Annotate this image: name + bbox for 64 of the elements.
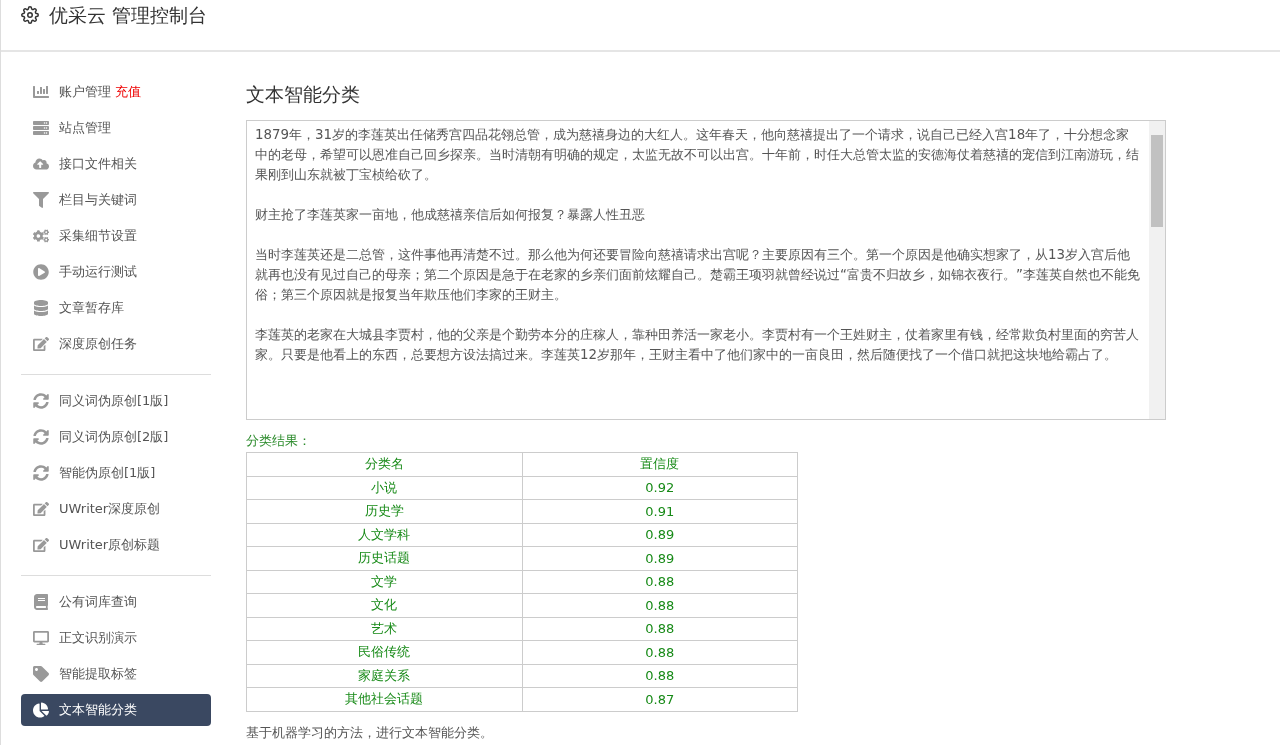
sidebar-item[interactable]: 智能伪原创[1版]	[21, 457, 211, 489]
filter-icon	[33, 192, 49, 208]
table-cell: 0.88	[522, 593, 798, 617]
table-cell: 人文学科	[246, 523, 522, 547]
settings-icon	[21, 6, 39, 24]
sidebar-item[interactable]: 账户管理 充值	[21, 76, 211, 108]
table-cell: 艺术	[246, 617, 522, 641]
table-cell: 其他社会话题	[246, 687, 522, 711]
sidebar-item[interactable]: UWriter原创标题	[21, 529, 211, 561]
sidebar-item[interactable]: 站点管理	[21, 112, 211, 144]
sidebar-item[interactable]: 同义词伪原创[1版]	[21, 385, 211, 417]
cloud-upload-icon	[33, 156, 49, 172]
refresh-icon	[33, 465, 49, 481]
table-cell: 0.87	[522, 687, 798, 711]
column-header: 置信度	[522, 452, 798, 476]
bar-chart-icon	[33, 84, 49, 100]
table-cell: 0.91	[522, 499, 798, 523]
sidebar-item[interactable]: 同义词伪原创[2版]	[21, 421, 211, 453]
result-label: 分类结果：	[246, 432, 312, 450]
sidebar-item[interactable]: 栏目与关键词	[21, 184, 211, 216]
pie-chart-icon	[33, 702, 49, 718]
edit-icon	[33, 537, 49, 553]
table-cell: 家庭关系	[246, 664, 522, 688]
table-cell: 0.88	[522, 664, 798, 688]
sidebar-item[interactable]: 智能提取标签	[21, 658, 211, 690]
table-cell: 0.92	[522, 476, 798, 500]
gears-icon	[33, 228, 49, 244]
sidebar-item[interactable]: 深度原创任务	[21, 328, 211, 360]
table-cell: 0.88	[522, 640, 798, 664]
table-cell: 0.89	[522, 546, 798, 570]
table-cell: 文化	[246, 593, 522, 617]
tag-icon	[33, 666, 49, 682]
app-title: 优采云 管理控制台	[49, 3, 208, 28]
database-icon	[33, 300, 49, 316]
sidebar-item[interactable]: 文本智能分类	[21, 694, 211, 726]
edit-icon	[33, 336, 49, 352]
text-input[interactable]: 1879年，31岁的李莲英出任储秀宫四品花翎总管，成为慈禧身边的大红人。这年春天，他向慈禧提出了一个请求，说自己已经入宫18年了，十分想念家中的老母，希望可以恩准自己回乡探亲。当时清朝有明确的规定，太监无故不可以出宫。十年前，时任大总管太监的安德海仗着慈禧的宠信到江南游玩，结果刚到山东就被丁宝桢给砍了。 财主抢了李莲英家一亩地，他成慈禧亲信后如何报复？暴露人性丑恶 当时李莲英还是二总管，这件事他再清楚不过。那么他为何还要冒险向慈禧请求出宫呢？主要原因有三个。第一个原因是他确实想家了，从13岁入宫后他就再也没有见过自己的母亲；第二个原因是急于在老家的乡亲们面前炫耀自己。楚霸王项羽就曾经说过“富贵不归故乡，如锦衣夜行。”李莲英自然也不能免俗；第三个原因就是报复当年欺压他们李家的王财主。 李莲英的老家在大城县李贾村，他的父亲是个勤劳本分的庄稼人，靠种田养活一家老小。李贾村有一个王姓财主，仗着家里有钱，经常欺负村里面的穷苦人家。只要是他看上的东西，总要想方设法搞过来。李莲英12岁那年，王财主看中了他们家中的一亩良田，然后随便找了一个借口就把这块地给霸占了。	[246, 120, 1166, 420]
table-cell: 0.89	[522, 523, 798, 547]
book-icon	[33, 594, 49, 610]
sidebar-item[interactable]: 文章暂存库	[21, 292, 211, 324]
refresh-icon	[33, 429, 49, 445]
monitor-icon	[33, 630, 49, 646]
page-title: 文本智能分类	[246, 82, 361, 107]
table-cell: 历史学	[246, 499, 522, 523]
sidebar-item[interactable]: 手动运行测试	[21, 256, 211, 288]
description-text: 基于机器学习的方法，进行文本智能分类。	[246, 723, 494, 742]
refresh-icon	[33, 393, 49, 409]
table-cell: 历史话题	[246, 546, 522, 570]
table-cell: 文学	[246, 570, 522, 594]
sidebar-item[interactable]: 正文识别演示	[21, 622, 211, 654]
sidebar-item[interactable]: 采集细节设置	[21, 220, 211, 252]
play-icon	[33, 264, 49, 280]
sidebar-item[interactable]: UWriter深度原创	[21, 493, 211, 525]
table-cell: 0.88	[522, 570, 798, 594]
column-header: 分类名	[246, 452, 522, 476]
table-cell: 小说	[246, 476, 522, 500]
sidebar-item[interactable]: 公有词库查询	[21, 586, 211, 618]
table-cell: 0.88	[522, 617, 798, 641]
scrollbar[interactable]	[1149, 121, 1165, 419]
server-icon	[33, 120, 49, 136]
table-cell: 民俗传统	[246, 640, 522, 664]
recharge-link[interactable]: 充值	[115, 83, 141, 101]
edit-icon	[33, 501, 49, 517]
sidebar-item[interactable]: 接口文件相关	[21, 148, 211, 180]
